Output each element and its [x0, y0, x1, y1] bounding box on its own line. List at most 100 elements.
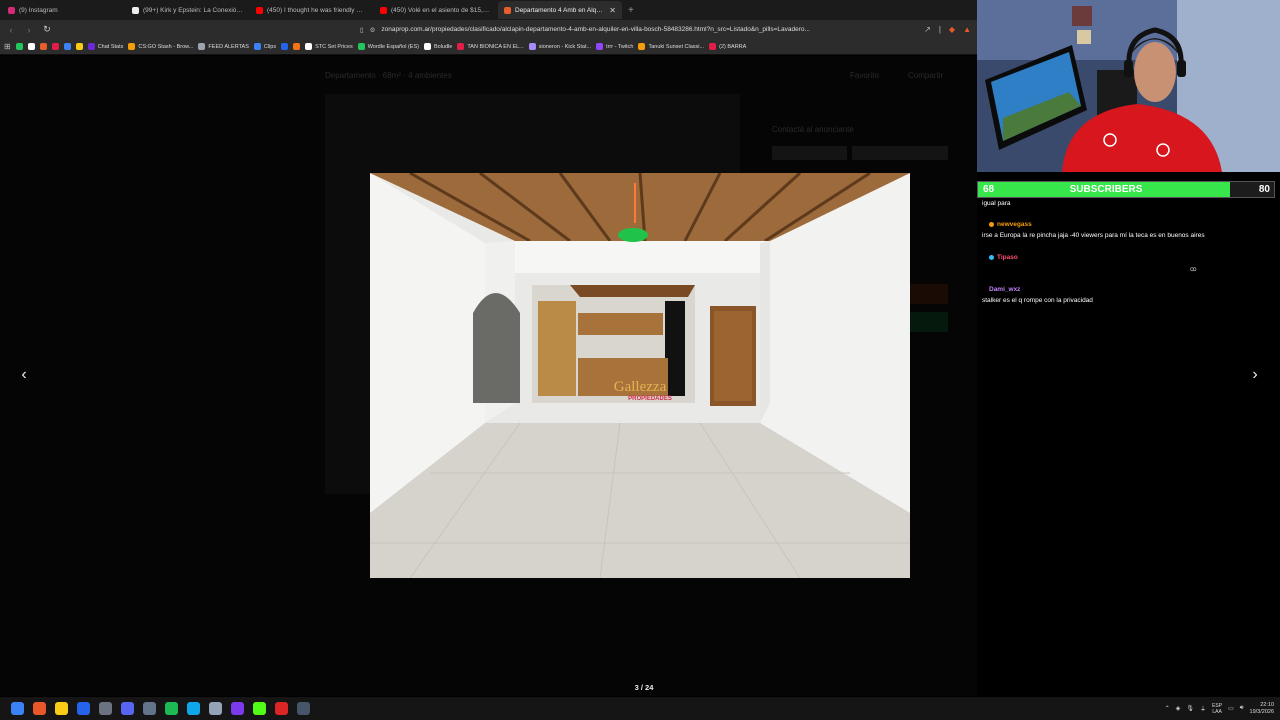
bookmark-label: Tanuki Sunset Classi... [648, 43, 705, 50]
gallery-next-button[interactable]: › [1246, 366, 1264, 384]
bookmark-label: Chat Stats [97, 43, 124, 50]
app-teal-icon[interactable] [186, 702, 200, 715]
language-indicator[interactable]: ESP LAA [1212, 703, 1222, 715]
bookmark-item[interactable] [15, 43, 23, 50]
close-tab-icon[interactable]: ✕ [609, 6, 616, 15]
bookmark-favicon-icon [63, 43, 71, 50]
new-tab-button[interactable]: + [622, 5, 640, 16]
bookmark-favicon-icon [423, 43, 431, 50]
windows-start-icon[interactable] [10, 702, 24, 715]
tab-4-active[interactable]: Departamento 4 Amb en Alquiler ✕ [498, 1, 622, 19]
bookmark-favicon-icon [281, 43, 289, 50]
bookmark-item[interactable]: Clips [253, 43, 276, 50]
tray-app-icon[interactable]: ◈ [1176, 705, 1181, 712]
webcam-image [977, 0, 1280, 172]
microphone-icon[interactable]: 🎙︎ [1186, 705, 1194, 712]
bookmark-item[interactable] [51, 43, 59, 50]
spotify-icon[interactable] [164, 702, 178, 715]
tab-title: (9) Instagram [19, 6, 58, 14]
whatsapp-button[interactable] [910, 312, 948, 332]
brave-icon[interactable] [32, 702, 46, 715]
bookmark-item[interactable] [293, 43, 301, 50]
favorite-link[interactable]: Favorito [850, 71, 879, 80]
share-link[interactable]: Compartir [908, 71, 943, 80]
bookmark-item[interactable]: Tanuki Sunset Classi... [638, 43, 704, 50]
back-icon[interactable]: ‹ [6, 25, 16, 35]
bookmark-favicon-icon [253, 43, 261, 50]
chat-message: stalker es el q rompe con la privacidad [982, 297, 1093, 304]
bookmarks-bar: ⊞ Chat Stats CS:GO Stash - Brow... FEED AL… [0, 39, 977, 55]
bookmark-favicon-icon [198, 43, 206, 50]
bookmark-item[interactable]: Wordle Español (ES) [357, 43, 419, 50]
site-info-icon[interactable]: ⚙ [370, 26, 376, 34]
contact-button[interactable] [910, 284, 948, 304]
tab-3[interactable]: (450) Volé en el asiento de $15,000 e [374, 1, 498, 19]
network-icon[interactable]: ▭ [1228, 705, 1234, 712]
url-field[interactable]: ▯ ⚙ zonaprop.com.ar/propiedades/clasific… [360, 22, 916, 37]
bookmark-item[interactable]: STC Set Prices [305, 43, 353, 50]
tab-2[interactable]: (450) I thought he was friendly 😇 P [250, 1, 374, 19]
chat-message: irse a Europa la re pincha jaja -40 view… [982, 232, 1205, 239]
bookmark-favicon-icon [87, 43, 95, 50]
apartment-interior-image: Gallezza PROPIEDADES [370, 173, 910, 578]
tray-chevron-icon[interactable]: ⌃ [1165, 705, 1170, 712]
usb-icon[interactable]: ⏚ [1200, 704, 1206, 713]
bookmark-label: trrr - Twitch [606, 43, 634, 50]
bookmark-icon[interactable]: ▯ [360, 26, 364, 34]
clock[interactable]: 22:10 19/3/2026 [1250, 702, 1274, 716]
volume-icon[interactable]: 🔊︎ [1240, 705, 1244, 712]
tab-title: (450) I thought he was friendly 😇 P [267, 7, 368, 14]
app-purple-icon[interactable] [230, 702, 244, 715]
reload-icon[interactable]: ↻ [42, 24, 52, 35]
bookmark-favicon-icon [357, 43, 365, 50]
emote-icon: ꝏ [1190, 266, 1197, 273]
calculator-icon[interactable] [296, 702, 310, 715]
bookmark-favicon-icon [305, 43, 313, 50]
contact-title: Contactá al anunciante [772, 125, 854, 134]
app-blue-icon[interactable] [76, 702, 90, 715]
app-red-icon[interactable] [274, 702, 288, 715]
app-gray-icon[interactable] [142, 702, 156, 715]
chat-username: Tipaso [986, 252, 1021, 262]
obs-icon[interactable] [98, 702, 112, 715]
forward-icon[interactable]: › [24, 25, 34, 35]
toolbar-icons: ↗ | ◆ ▲ [924, 25, 971, 34]
bookmark-item[interactable]: (2) BARRA [709, 43, 746, 50]
bookmark-item[interactable]: Boludle [423, 43, 452, 50]
kick-icon[interactable] [252, 702, 266, 715]
bookmark-item[interactable]: trrr - Twitch [596, 43, 633, 50]
tab-1[interactable]: (99+) Kirk y Epstein: La Conexión Viral [126, 1, 250, 19]
bookmark-item[interactable]: TAN BIONICA EN EL... [457, 43, 524, 50]
file-explorer-icon[interactable] [54, 702, 68, 715]
gallery-prev-button[interactable]: ‹ [15, 366, 33, 384]
bookmark-item[interactable] [39, 43, 47, 50]
brave-shields-icon[interactable]: ◆ [949, 25, 955, 34]
address-bar-row: ‹ › ↻ ▯ ⚙ zonaprop.com.ar/propiedades/cl… [0, 20, 977, 39]
bookmark-item[interactable]: CS:GO Stash - Brow... [128, 43, 193, 50]
chat-user-name: Tipaso [997, 253, 1018, 261]
contact-input[interactable] [852, 146, 948, 160]
contact-input[interactable] [772, 146, 847, 160]
share-icon[interactable]: ↗ [924, 25, 931, 34]
chat-username: newvegass [986, 219, 1035, 229]
brave-rewards-icon[interactable]: ▲ [963, 25, 971, 34]
language-layout: LAA [1212, 708, 1222, 715]
bookmark-item[interactable]: sioneron - Kick Stat... [528, 43, 591, 50]
apps-grid-icon[interactable]: ⊞ [4, 42, 11, 51]
app-light-icon[interactable] [208, 702, 222, 715]
discord-icon[interactable] [120, 702, 134, 715]
bookmark-item[interactable] [63, 43, 71, 50]
bookmark-favicon-icon [39, 43, 47, 50]
chat-user-name: Dami_wxz [989, 285, 1021, 293]
bookmark-item[interactable] [281, 43, 289, 50]
bookmark-item[interactable]: Chat Stats [87, 43, 124, 50]
tab-0[interactable]: (9) Instagram [2, 1, 126, 19]
browser-tab-bar: (9) Instagram (99+) Kirk y Epstein: La C… [0, 0, 977, 20]
bookmark-label: Wordle Español (ES) [367, 43, 419, 50]
system-tray: ⌃ ◈ 🎙︎ ⏚ ESP LAA ▭ 🔊︎ 22:10 19/3/2026 [1165, 697, 1274, 720]
bookmark-item[interactable] [75, 43, 83, 50]
bookmark-item[interactable] [27, 43, 35, 50]
chat-user-name: newvegass [997, 220, 1032, 228]
bookmark-item[interactable]: FEED ALERTAS [198, 43, 249, 50]
bookmark-favicon-icon [128, 43, 136, 50]
